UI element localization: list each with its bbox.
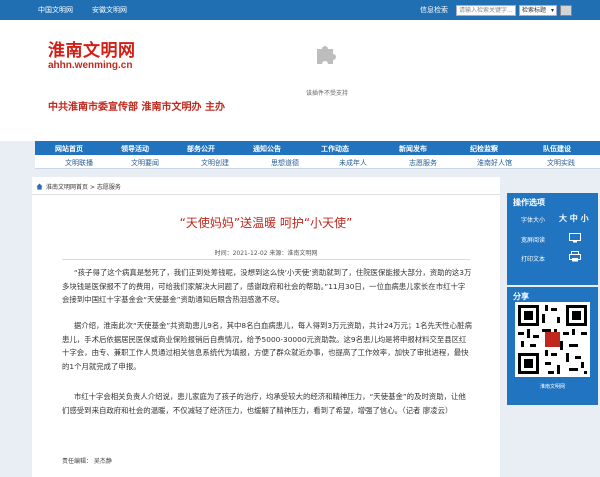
article-editor: 责任编辑： 吴杰静 bbox=[62, 458, 112, 465]
nav-team[interactable]: 队伍建设 bbox=[543, 144, 571, 154]
plugin-unsupported-text: 该插件不受支持 bbox=[305, 90, 348, 97]
nav-volunteer[interactable]: 志愿服务 bbox=[409, 158, 437, 168]
nav-press[interactable]: 新闻发布 bbox=[399, 144, 427, 154]
nav-work[interactable]: 工作动态 bbox=[321, 144, 349, 154]
font-size-label: 字体大小 bbox=[521, 217, 546, 224]
wide-read-button[interactable]: 宽屏阅读 bbox=[521, 235, 545, 244]
nav-notices[interactable]: 通知公告 bbox=[253, 144, 281, 154]
secondary-nav: 文明联播 文明要闻 文明创建 思想道德 未成年人 志愿服务 淮南好人馆 文明实践 bbox=[35, 155, 600, 169]
search-label: 信息检索 bbox=[420, 6, 448, 14]
home-icon bbox=[36, 183, 43, 190]
monitor-icon[interactable] bbox=[569, 233, 581, 243]
link-china-wenming[interactable]: 中国文明网 bbox=[38, 5, 73, 15]
qr-caption: 淮南文明网 bbox=[539, 384, 565, 390]
divider bbox=[62, 259, 470, 260]
sponsor-text: 中共淮南市委宣传部 淮南市文明办 主办 bbox=[48, 102, 225, 113]
nav-discipline[interactable]: 纪检监察 bbox=[470, 144, 498, 154]
nav-good-people[interactable]: 淮南好人馆 bbox=[477, 158, 512, 168]
options-panel: 操作选项 字体大小 大 中 小 宽屏阅读 打印文本 bbox=[507, 193, 598, 285]
options-title: 操作选项 bbox=[513, 198, 545, 207]
nav-news[interactable]: 文明要闻 bbox=[131, 158, 159, 168]
divider bbox=[32, 194, 500, 195]
breadcrumb: 淮南文明网首页 > 志愿服务 bbox=[36, 182, 121, 191]
nav-affairs[interactable]: 部务公开 bbox=[187, 144, 215, 154]
search-type-select[interactable]: 检索标题 ▾ bbox=[519, 5, 557, 16]
nav-home[interactable]: 网站首页 bbox=[55, 144, 83, 154]
font-size-options[interactable]: 大 中 小 bbox=[559, 213, 589, 224]
puzzle-icon bbox=[317, 46, 336, 64]
search-input[interactable]: 请输入检索关键字... bbox=[456, 5, 516, 16]
search-button[interactable] bbox=[560, 5, 572, 16]
article-paragraph-2: 据介绍，淮南此次“天使基金”共资助患儿9名，其中8名白血病患儿，每人得到3万元资… bbox=[62, 321, 472, 371]
nav-morality[interactable]: 思想道德 bbox=[271, 158, 299, 168]
nav-practice[interactable]: 文明实践 bbox=[547, 158, 575, 168]
article-paragraph-1: “孩子得了这个病真是愁死了，我们正到处筹钱呢，没想到这么快‘小天使’资助就到了，… bbox=[62, 268, 472, 305]
chevron-down-icon: ▾ bbox=[550, 7, 554, 14]
plugin-placeholder: 该插件不受支持 bbox=[296, 40, 356, 100]
primary-nav: 网站首页 领导活动 部务公开 通知公告 工作动态 新闻发布 纪检监察 队伍建设 bbox=[35, 141, 600, 155]
printer-icon[interactable] bbox=[569, 251, 581, 262]
article-paragraph-3: 市红十字会相关负责人介绍说，患儿家庭为了孩子的治疗，均承受较大的经济和精神压力，… bbox=[62, 392, 466, 415]
share-title: 分享 bbox=[513, 292, 529, 301]
nav-minors[interactable]: 未成年人 bbox=[339, 158, 367, 168]
print-button[interactable]: 打印文本 bbox=[521, 254, 545, 263]
top-bar: 中国文明网 安徽文明网 信息检索 请输入检索关键字... 检索标题 ▾ bbox=[0, 0, 600, 20]
nav-leadership[interactable]: 领导活动 bbox=[121, 144, 149, 154]
article-meta: 时间：2021-12-02 来源：淮南文明网 bbox=[214, 250, 318, 257]
site-logo-cn[interactable]: 淮南文明网 bbox=[48, 36, 136, 61]
nav-creation[interactable]: 文明创建 bbox=[201, 158, 229, 168]
site-logo-en[interactable]: ahhn.wenming.cn bbox=[48, 60, 132, 71]
search-type-value: 检索标题 bbox=[522, 7, 547, 14]
qr-code bbox=[515, 302, 590, 377]
article-title: “天使妈妈”送温暖 呵护“小天使” bbox=[179, 216, 353, 230]
nav-broadcast[interactable]: 文明联播 bbox=[65, 158, 93, 168]
breadcrumb-text[interactable]: 淮南文明网首页 > 志愿服务 bbox=[46, 184, 121, 191]
link-anhui-wenming[interactable]: 安徽文明网 bbox=[92, 5, 127, 15]
